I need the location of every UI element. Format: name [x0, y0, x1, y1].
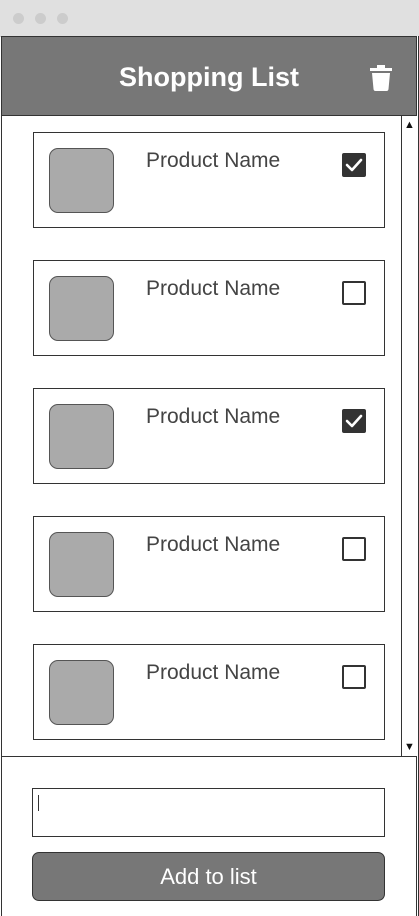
- window-close-button[interactable]: [13, 13, 24, 24]
- product-name: Product Name: [146, 533, 281, 556]
- text-caret: [38, 795, 39, 811]
- window-minimize-button[interactable]: [35, 13, 46, 24]
- product-name: Product Name: [146, 661, 281, 684]
- scroll-up-icon[interactable]: ▲: [402, 119, 417, 131]
- list-item: Product Name: [33, 132, 385, 228]
- list-item: Product Name: [33, 388, 385, 484]
- item-checkbox[interactable]: [342, 153, 366, 177]
- app-window: Shopping List Product Name Product Name …: [0, 0, 419, 916]
- item-checkbox[interactable]: [342, 281, 366, 305]
- list-item: Product Name: [33, 644, 385, 740]
- new-item-input[interactable]: [32, 788, 385, 837]
- item-checkbox[interactable]: [342, 537, 366, 561]
- scroll-down-icon[interactable]: ▼: [402, 741, 417, 753]
- window-titlebar: [0, 0, 419, 37]
- page-title: Shopping List: [119, 62, 299, 92]
- product-name: Product Name: [146, 405, 281, 428]
- list-item: Product Name: [33, 516, 385, 612]
- app-header: Shopping List: [1, 36, 417, 116]
- product-thumbnail: [49, 276, 114, 341]
- shopping-list: Product Name Product Name Product Name P…: [2, 116, 401, 756]
- item-checkbox[interactable]: [342, 665, 366, 689]
- product-name: Product Name: [146, 149, 281, 172]
- window-maximize-button[interactable]: [57, 13, 68, 24]
- product-thumbnail: [49, 404, 114, 469]
- add-to-list-button[interactable]: Add to list: [32, 852, 385, 901]
- product-thumbnail: [49, 532, 114, 597]
- list-scrollbar[interactable]: ▲ ▼: [401, 116, 417, 756]
- list-item: Product Name: [33, 260, 385, 356]
- trash-icon[interactable]: [370, 65, 392, 91]
- item-checkbox[interactable]: [342, 409, 366, 433]
- check-icon: [345, 414, 363, 428]
- product-thumbnail: [49, 148, 114, 213]
- product-name: Product Name: [146, 277, 281, 300]
- product-thumbnail: [49, 660, 114, 725]
- check-icon: [345, 158, 363, 172]
